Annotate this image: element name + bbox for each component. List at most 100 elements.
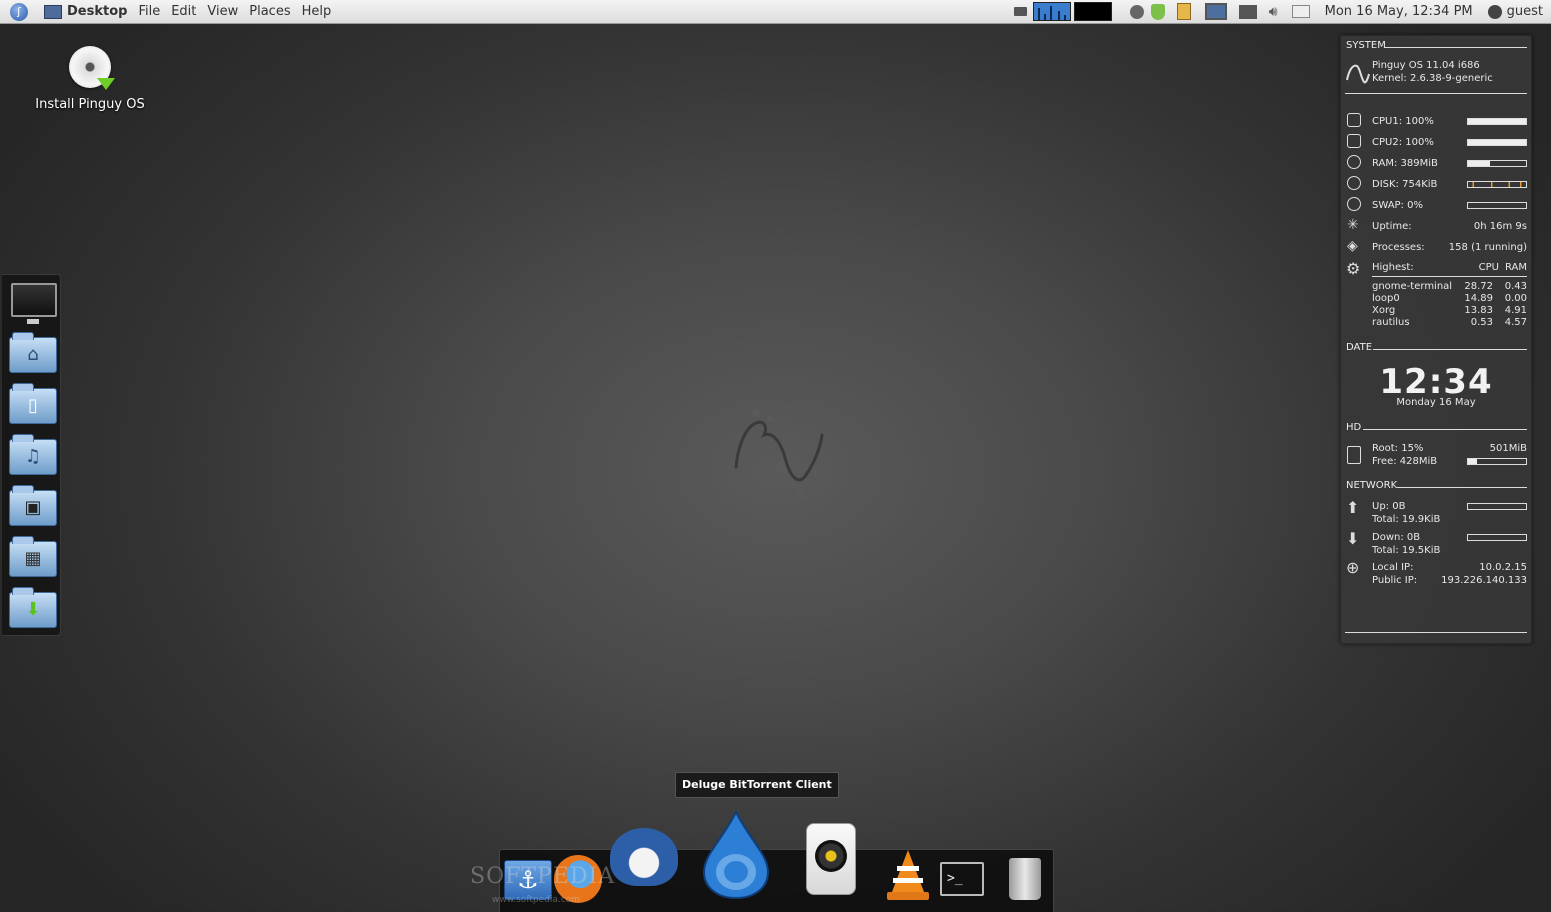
menu-file[interactable]: File xyxy=(138,4,160,19)
menu-places[interactable]: Places xyxy=(249,4,290,19)
ram-icon xyxy=(1347,155,1361,169)
processes-icon: ◈ xyxy=(1347,238,1358,254)
process-cpu: 13.83 xyxy=(1464,305,1493,316)
menu-help[interactable]: Help xyxy=(302,4,332,19)
update-shield-icon[interactable] xyxy=(1150,3,1165,20)
cpu-monitor-graph[interactable] xyxy=(1032,2,1071,21)
hd-usage-bar xyxy=(1467,458,1527,465)
net-up-total: Total: 19.9KiB xyxy=(1372,514,1441,525)
documents-folder-icon: ▯ xyxy=(9,383,57,424)
uptime-label: Uptime: xyxy=(1372,221,1412,232)
date-title: DATE xyxy=(1346,342,1373,353)
process-name: loop0 xyxy=(1372,293,1400,304)
hd-root: Root: 15% xyxy=(1372,443,1424,454)
computer-icon xyxy=(11,283,57,317)
processes-label: Processes: xyxy=(1372,242,1425,253)
volume-icon[interactable]: 🔊︎ xyxy=(1269,4,1278,20)
process-ram: 0.00 xyxy=(1504,293,1527,304)
home-folder-launcher[interactable]: ⌂ xyxy=(9,331,57,373)
deluge-launcher[interactable] xyxy=(700,810,772,900)
install-desktop-icon[interactable]: Install Pinguy OS xyxy=(30,46,150,112)
panel-clock[interactable]: Mon 16 May, 12:34 PM xyxy=(1325,4,1473,19)
downloads-folder-icon: ⬇ xyxy=(9,587,57,628)
process-ram: 4.91 xyxy=(1504,305,1527,316)
public-ip-label: Public IP: xyxy=(1372,575,1418,586)
workspace-switcher-icon[interactable] xyxy=(1238,4,1257,19)
system-title: SYSTEM xyxy=(1346,40,1386,51)
music-folder-launcher[interactable]: ♫ xyxy=(9,433,57,475)
gears-icon: ⚙ xyxy=(1346,259,1361,278)
settings-gear-icon[interactable] xyxy=(1129,4,1144,19)
cpu2-bar xyxy=(1467,139,1527,146)
process-name: Xorg xyxy=(1372,305,1396,316)
keyboard-icon[interactable] xyxy=(1013,7,1027,16)
pinguy-logo-icon xyxy=(1346,64,1370,84)
pictures-folder-launcher[interactable]: ▣ xyxy=(9,484,57,526)
user-name[interactable]: guest xyxy=(1507,4,1543,19)
terminal-launcher[interactable]: >_ xyxy=(940,862,984,896)
home-folder-icon: ⌂ xyxy=(9,332,57,373)
globe-icon: ⊕ xyxy=(1346,558,1360,577)
menu-edit[interactable]: Edit xyxy=(171,4,196,19)
documents-folder-launcher[interactable]: ▯ xyxy=(9,382,57,424)
mail-icon[interactable] xyxy=(1291,5,1310,18)
swap-icon xyxy=(1347,197,1361,211)
memory-monitor-graph[interactable] xyxy=(1073,2,1112,21)
cpu2-label: CPU2: 100% xyxy=(1372,137,1434,148)
downloads-folder-launcher[interactable]: ⬇ xyxy=(9,586,57,628)
col-ram-header: RAM xyxy=(1504,262,1527,273)
uptime-value: 0h 16m 9s xyxy=(1473,221,1527,232)
local-ip-label: Local IP: xyxy=(1372,562,1414,573)
left-launcher: ⌂ ▯ ♫ ▣ ▦ ⬇ xyxy=(2,274,61,636)
menu-view[interactable]: View xyxy=(207,4,238,19)
videos-folder-launcher[interactable]: ▦ xyxy=(9,535,57,577)
process-name: rautilus xyxy=(1372,317,1410,328)
pictures-folder-icon: ▣ xyxy=(9,485,57,526)
trash-launcher[interactable] xyxy=(1009,858,1041,900)
vlc-launcher[interactable] xyxy=(884,848,932,902)
music-folder-icon: ♫ xyxy=(9,434,57,475)
computer-launcher[interactable] xyxy=(9,279,57,324)
ram-label: RAM: 389MiB xyxy=(1372,158,1438,169)
display-icon[interactable] xyxy=(1204,3,1227,20)
disk-icon xyxy=(1347,176,1361,190)
swap-bar xyxy=(1467,202,1527,209)
cpu1-icon xyxy=(1347,113,1361,127)
hd-free: Free: 428MiB xyxy=(1372,456,1438,467)
upload-graph xyxy=(1467,503,1527,510)
highest-label: Highest: xyxy=(1372,262,1414,273)
os-name: Pinguy OS 11.04 i686 xyxy=(1372,60,1480,71)
net-down: Down: 0B xyxy=(1372,532,1421,543)
conky-system-monitor: SYSTEM Pinguy OS 11.04 i686 Kernel: 2.6.… xyxy=(1340,35,1532,644)
disk-label: DISK: 754KiB xyxy=(1372,179,1438,190)
rhythmbox-launcher[interactable] xyxy=(806,823,856,895)
disk-activity-graph xyxy=(1467,181,1527,188)
system-tray: 🔊︎ Mon 16 May, 12:34 PM guest xyxy=(1007,0,1551,23)
hd-title: HD xyxy=(1346,422,1362,433)
watermark-url: www.softpedia.com xyxy=(492,895,580,905)
col-cpu-header: CPU xyxy=(1478,262,1499,273)
hard-drive-icon xyxy=(1347,446,1361,464)
conky-time: 12:34 xyxy=(1379,362,1493,402)
user-icon[interactable] xyxy=(1487,4,1502,19)
desktop-icon-label: Install Pinguy OS xyxy=(35,97,145,112)
uptime-icon: ✳ xyxy=(1347,217,1359,233)
process-cpu: 14.89 xyxy=(1464,293,1493,304)
top-panel: ʃ Desktop File Edit View Places Help 🔊︎ … xyxy=(0,0,1551,24)
clipboard-icon[interactable] xyxy=(1176,3,1191,20)
cpu2-icon xyxy=(1347,134,1361,148)
wallpaper-logo-icon xyxy=(734,409,824,499)
net-down-total: Total: 19.5KiB xyxy=(1372,545,1441,556)
network-title: NETWORK xyxy=(1346,480,1398,491)
download-arrow-icon: ⬇ xyxy=(1346,529,1360,548)
thunderbird-launcher[interactable] xyxy=(610,828,678,886)
process-ram: 4.57 xyxy=(1504,317,1527,328)
desktop-app-icon xyxy=(44,4,62,19)
net-up: Up: 0B xyxy=(1372,501,1406,512)
process-cpu: 0.53 xyxy=(1470,317,1493,328)
videos-folder-icon: ▦ xyxy=(9,536,57,577)
speaker-icon xyxy=(815,840,847,872)
swap-label: SWAP: 0% xyxy=(1372,200,1423,211)
main-menu-button[interactable]: ʃ xyxy=(6,1,32,23)
conky-date: Monday 16 May xyxy=(1396,397,1476,408)
